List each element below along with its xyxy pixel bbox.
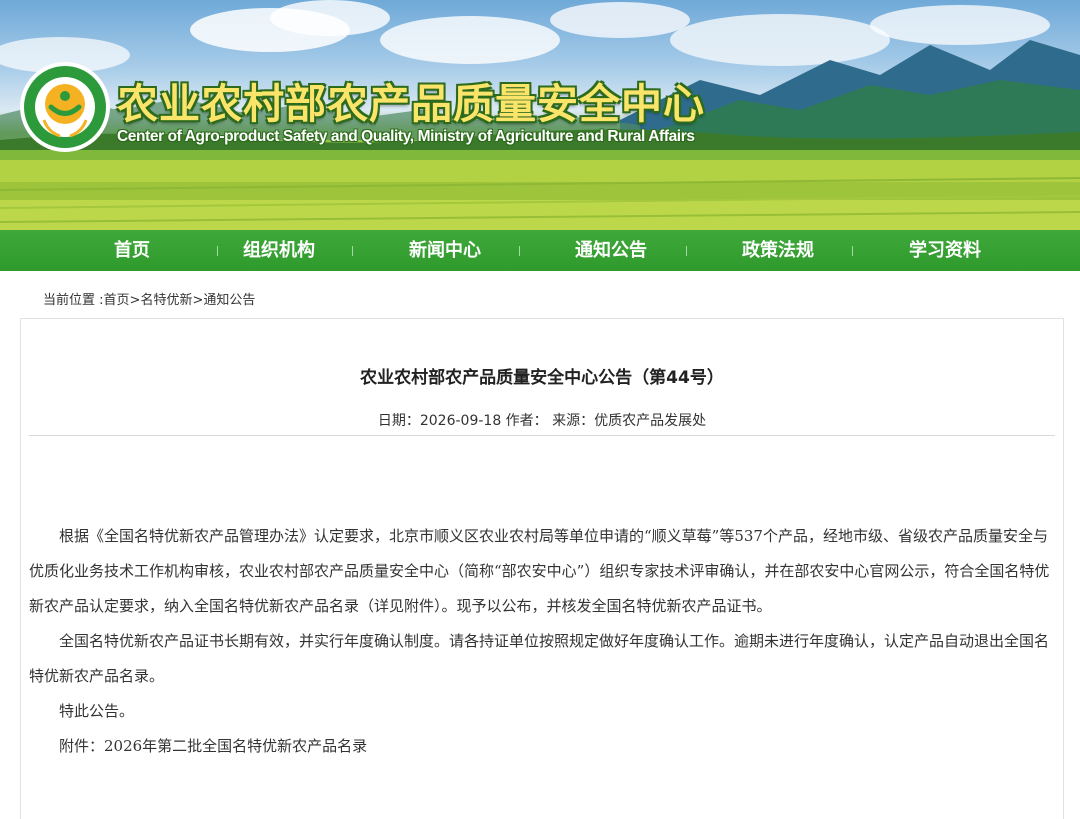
- nav-divider: [352, 246, 353, 256]
- caqs-logo[interactable]: [18, 60, 112, 154]
- article-title: 农业农村部农产品质量安全中心公告（第44号）: [360, 368, 724, 388]
- nav-item-organization[interactable]: 组织机构: [196, 230, 362, 271]
- header-banner: 农业农村部农产品质量安全中心 Center of Agro-product Sa…: [0, 0, 1080, 230]
- nav-item-policies[interactable]: 政策法规: [695, 230, 861, 271]
- divider: [29, 435, 1055, 436]
- breadcrumb-prefix: 当前位置 :: [43, 293, 104, 308]
- nav-divider: [852, 246, 853, 256]
- nav-divider: [519, 246, 520, 256]
- breadcrumb-featured-products[interactable]: 名特优新: [140, 293, 192, 308]
- nav-item-learning[interactable]: 学习资料: [862, 230, 1028, 271]
- nav-divider: [686, 246, 687, 256]
- nav-item-notices[interactable]: 通知公告: [528, 230, 694, 271]
- site-title: 农业农村部农产品质量安全中心: [117, 80, 705, 128]
- nav-item-home[interactable]: 首页: [49, 230, 215, 271]
- breadcrumb-notices[interactable]: 通知公告: [203, 293, 255, 308]
- article-body: 根据《全国名特优新农产品管理办法》认定要求，北京市顺义区农业农村局等单位申请的“…: [29, 519, 1051, 764]
- breadcrumb-home[interactable]: 首页: [104, 293, 130, 308]
- article-paragraph: 特此公告。: [59, 702, 135, 720]
- article-paragraph: 全国名特优新农产品证书长期有效，并实行年度确认制度。请各持证单位按照规定做好年度…: [29, 632, 1050, 685]
- attachment-link[interactable]: 附件：2026年第二批全国名特优新农产品名录: [29, 729, 1051, 764]
- article-container: 农业农村部农产品质量安全中心公告（第44号） 日期：2026-09-18 作者：…: [20, 318, 1064, 819]
- article-paragraph: 根据《全国名特优新农产品管理办法》认定要求，北京市顺义区农业农村局等单位申请的“…: [29, 527, 1050, 615]
- main-nav: 首页 组织机构 新闻中心 通知公告 政策法规 学习资料: [0, 230, 1080, 271]
- article-meta: 日期：2026-09-18 作者： 来源：优质农产品发展处: [377, 413, 707, 429]
- breadcrumb: 当前位置 :首页>名特优新>通知公告: [43, 289, 255, 308]
- breadcrumb-separator: >: [129, 293, 141, 308]
- nav-item-news[interactable]: 新闻中心: [362, 230, 528, 271]
- breadcrumb-separator: >: [192, 293, 204, 308]
- site-subtitle: Center of Agro-product Safety and Qualit…: [117, 128, 695, 145]
